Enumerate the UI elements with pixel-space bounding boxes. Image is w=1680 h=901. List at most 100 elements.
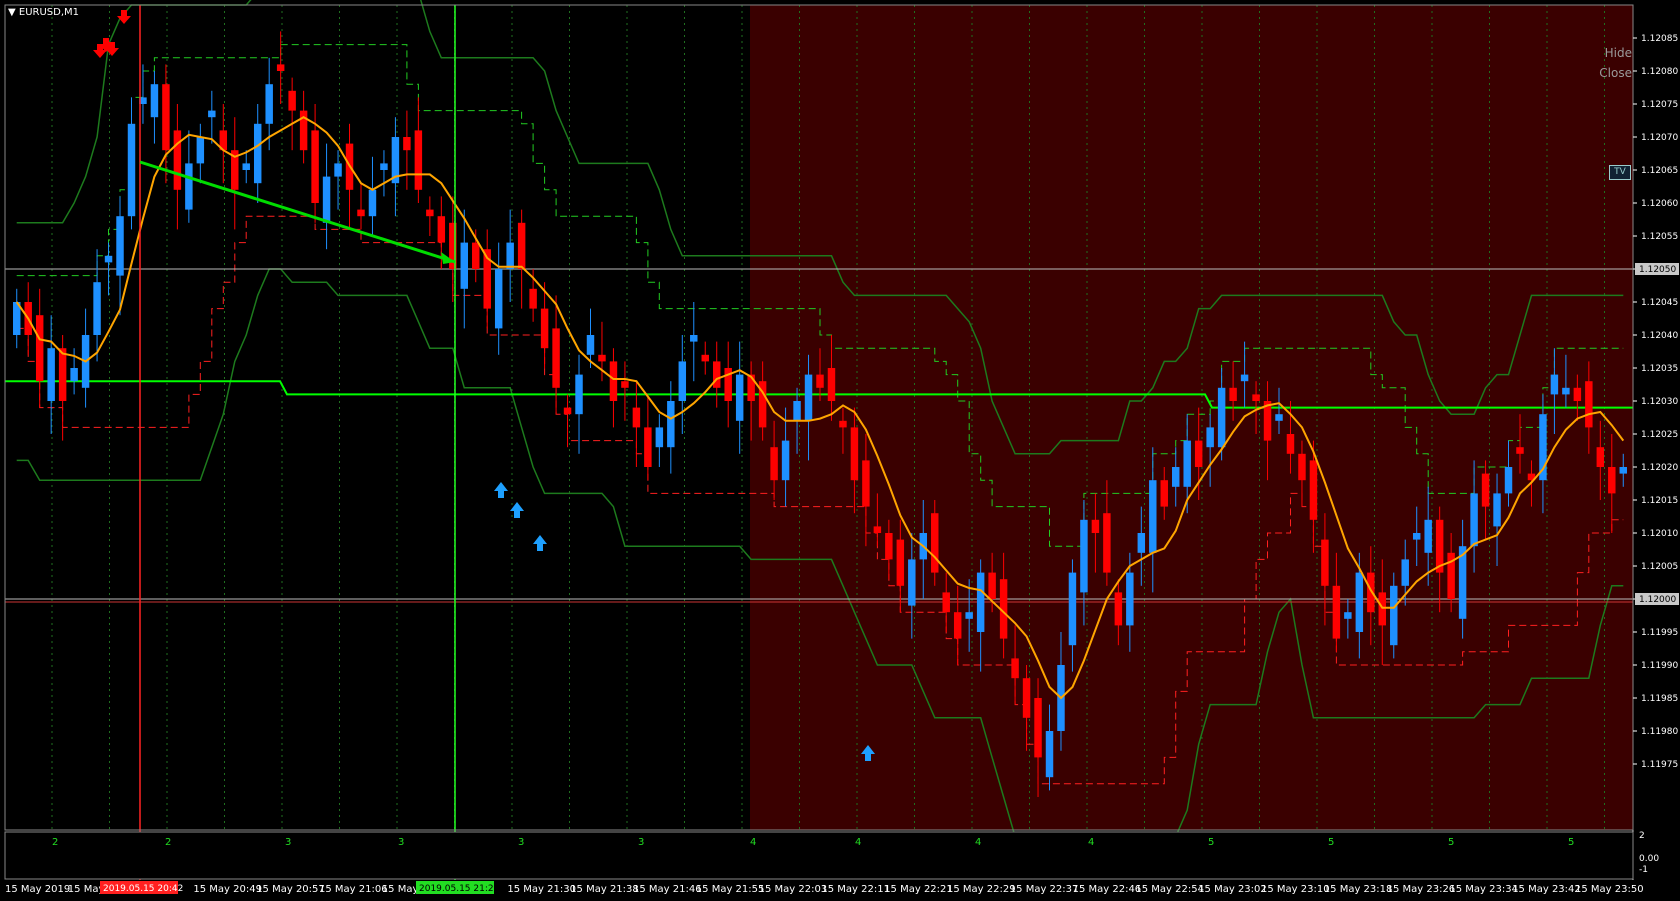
sub-window-tick: 0.00 [1639,854,1659,864]
bear-candle [357,209,365,217]
bear-candle [712,361,721,388]
bear-candle [1114,592,1123,626]
time-label: 15 May 21:55 [696,884,765,895]
bear-candle [288,90,296,111]
bull-candle [127,123,136,217]
bear-candle [931,513,939,573]
bear-candle [770,447,778,481]
sub-window-value: 3 [285,837,291,848]
price-tick-label: 1.12025 [1641,430,1678,440]
bear-candle [35,315,44,382]
bull-candle [1562,387,1570,395]
bull-candle [1149,480,1157,553]
bull-candle [334,163,342,177]
time-label: 15 May 21:06 [319,884,388,895]
bull-candle [242,163,250,170]
bull-candle [1240,374,1249,382]
hide-button[interactable]: Hide [1605,46,1632,60]
bull-candle [150,84,159,118]
time-label: 15 May 23:34 [1449,884,1518,895]
bear-candle [403,137,411,151]
time-label: 15 May [68,884,105,895]
window-title: EURUSD,M1 [18,7,80,18]
bull-candle [368,189,377,217]
bear-candle [1481,473,1490,507]
crosshair-time-label-red: 2019.05.15 20:42 [103,884,183,894]
bull-candle [1470,493,1478,547]
sub-window-value: 5 [1208,837,1214,848]
time-label: 15 May 22:29 [947,884,1016,895]
bull-candle [586,335,595,355]
bear-candle [1011,658,1019,679]
bear-candle [162,84,170,151]
sub-window-value: 5 [1328,837,1334,848]
bull-candle [104,255,113,263]
time-label: 15 May 23:42 [1512,884,1581,895]
bear-candle [942,592,950,613]
bull-candle [965,612,973,619]
price-tick-label: 1.12005 [1641,562,1678,572]
title-triangle-icon[interactable]: ▼ [8,7,16,18]
price-tick-label: 1.11985 [1641,694,1678,704]
symbol-label: ▼ EURUSD,M1 [8,7,79,18]
bull-candle [678,361,687,401]
time-label: 15 May 22:03 [759,884,828,895]
price-tick-label: 1.12070 [1641,133,1678,143]
sub-window-value: 4 [975,837,981,848]
bull-candle [1206,427,1214,448]
bear-candle [1309,460,1318,520]
price-tick-label: 1.12065 [1641,166,1678,176]
sub-window-tick: -1 [1639,865,1648,875]
level-price-tag-label: 1.12050 [1639,265,1676,275]
bull-candle [1424,519,1432,553]
price-tick-label: 1.12015 [1641,496,1678,506]
bear-candle [644,427,652,467]
bull-candle [1412,533,1421,540]
bear-candle [885,533,893,560]
time-label: 15 May 23:18 [1324,884,1393,895]
bear-candle [873,526,882,533]
tv-button[interactable]: TV [1609,165,1631,180]
sub-window-value: 5 [1448,837,1454,848]
bull-candle [70,368,78,382]
bear-candle [529,288,537,309]
bull-candle [1275,414,1283,421]
price-tick-label: 1.12085 [1641,34,1678,44]
close-button[interactable]: Close [1599,66,1632,80]
price-tick-label: 1.12035 [1641,364,1678,374]
bull-candle [1355,572,1364,632]
sub-window [4,831,1634,880]
bear-candle [1034,698,1042,758]
bear-candle [1022,678,1031,718]
bull-candle [253,123,262,184]
time-label: 15 May 20:49 [193,884,262,895]
bear-candle [517,222,526,269]
bear-candle [472,242,480,269]
time-label: 15 May 23:26 [1387,884,1456,895]
bull-candle [265,84,273,124]
sub-window-value: 4 [1088,837,1094,848]
price-tick-label: 1.12055 [1641,232,1678,242]
price-tick-label: 1.11975 [1641,760,1678,770]
bull-candle [655,427,664,448]
price-tick-label: 1.12010 [1641,529,1678,539]
time-label: 15 May 22:21 [884,884,953,895]
bear-candle [988,572,996,599]
bull-candle [1344,612,1352,619]
bear-candle [1229,387,1237,401]
price-chart[interactable]: 1.12085 1.12080 1.12075 1.12070 1.12065 1.120… [0,0,1680,897]
bear-candle [552,328,560,388]
time-label: 15 May 23:50 [1575,884,1644,895]
bear-candle [437,216,446,243]
bull-candle [1172,467,1180,487]
bull-candle [185,163,193,210]
bear-candle [827,368,836,401]
bull-candle [1068,572,1077,646]
bull-candle [690,335,698,342]
bull-candle [1217,387,1226,448]
bull-candle [322,176,331,223]
bull-candle [47,348,55,401]
bear-candle [1298,453,1306,481]
time-label: 15 May 22:46 [1073,884,1142,895]
bull-candle [1504,467,1513,494]
